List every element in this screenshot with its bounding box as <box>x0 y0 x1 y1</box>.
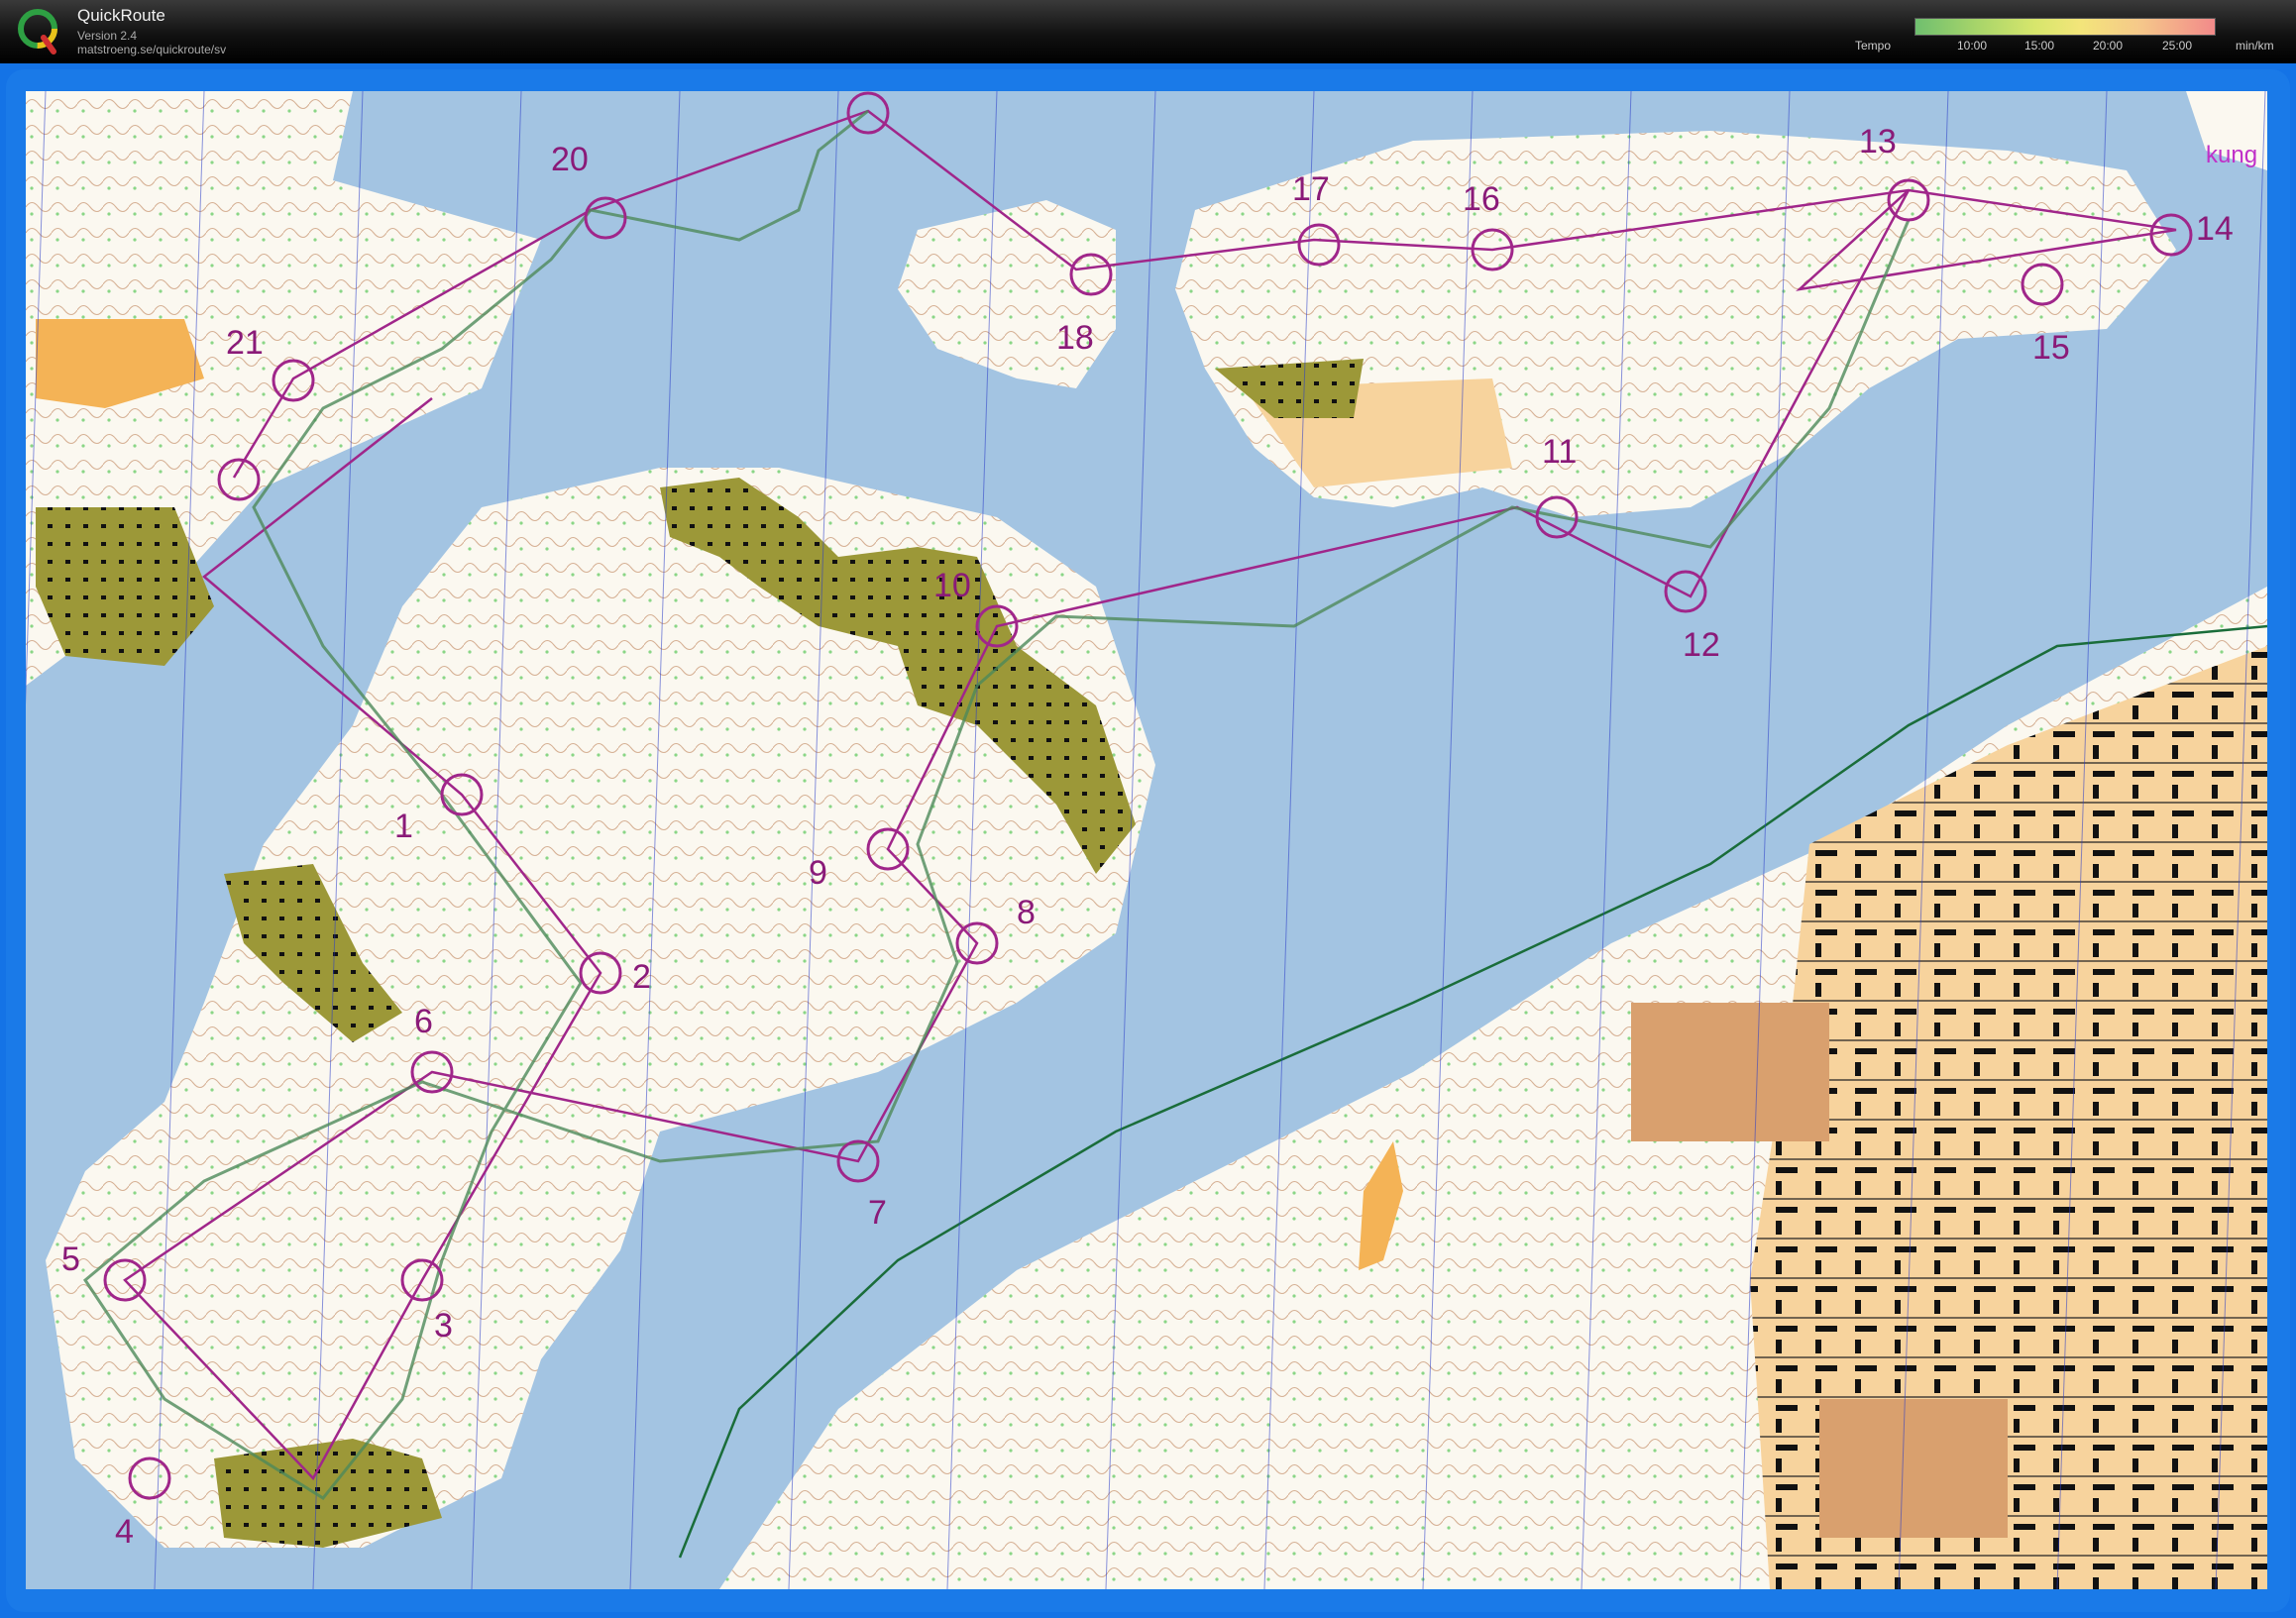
control-number-13: 13 <box>1859 123 1897 161</box>
map-canvas[interactable]: 1 2 3 4 5 6 7 8 9 10 11 12 13 14 15 16 1… <box>26 91 2267 1589</box>
app-version: Version 2.4 <box>77 29 138 43</box>
control-number-4: 4 <box>115 1513 134 1551</box>
orienteering-map[interactable]: 1 2 3 4 5 6 7 8 9 10 11 12 13 14 15 16 1… <box>26 91 2267 1589</box>
control-number-9: 9 <box>809 854 827 892</box>
control-number-14: 14 <box>2196 210 2234 248</box>
legend-tick: 15:00 <box>2024 39 2055 53</box>
control-number-12: 12 <box>1683 626 1720 664</box>
control-number-8: 8 <box>1017 894 1036 931</box>
legend-tick: 10:00 <box>1957 39 1988 53</box>
control-number-20: 20 <box>551 141 589 178</box>
control-number-3: 3 <box>434 1307 453 1345</box>
control-number-21: 21 <box>226 324 264 362</box>
app-url: matstroeng.se/quickroute/sv <box>77 43 227 56</box>
control-number-18: 18 <box>1056 319 1094 357</box>
control-number-7: 7 <box>868 1194 887 1232</box>
control-number-16: 16 <box>1463 180 1500 218</box>
control-number-5: 5 <box>61 1240 80 1278</box>
legend-tick: 25:00 <box>2162 39 2193 53</box>
control-number-6: 6 <box>414 1003 433 1040</box>
tempo-color-scale <box>1914 18 2216 36</box>
land-areas <box>26 91 2267 1589</box>
control-number-17: 17 <box>1292 170 1330 208</box>
quickroute-logo-icon <box>18 9 57 54</box>
title-bar: QuickRoute Version 2.4 matstroeng.se/qui… <box>0 0 2296 63</box>
control-number-10: 10 <box>933 567 971 604</box>
control-number-1: 1 <box>394 808 413 845</box>
app-title: QuickRoute <box>77 6 165 25</box>
control-number-2: 2 <box>632 958 651 996</box>
legend-unit: min/km <box>2236 39 2274 53</box>
control-number-15: 15 <box>2032 329 2070 367</box>
control-circle-19[interactable] <box>846 91 890 135</box>
control-circle-12[interactable] <box>1664 570 1707 613</box>
control-number-11: 11 <box>1542 433 1577 471</box>
corner-label: kung <box>2206 142 2257 168</box>
legend-label: Tempo <box>1855 39 1892 53</box>
legend-tick: 20:00 <box>2093 39 2124 53</box>
